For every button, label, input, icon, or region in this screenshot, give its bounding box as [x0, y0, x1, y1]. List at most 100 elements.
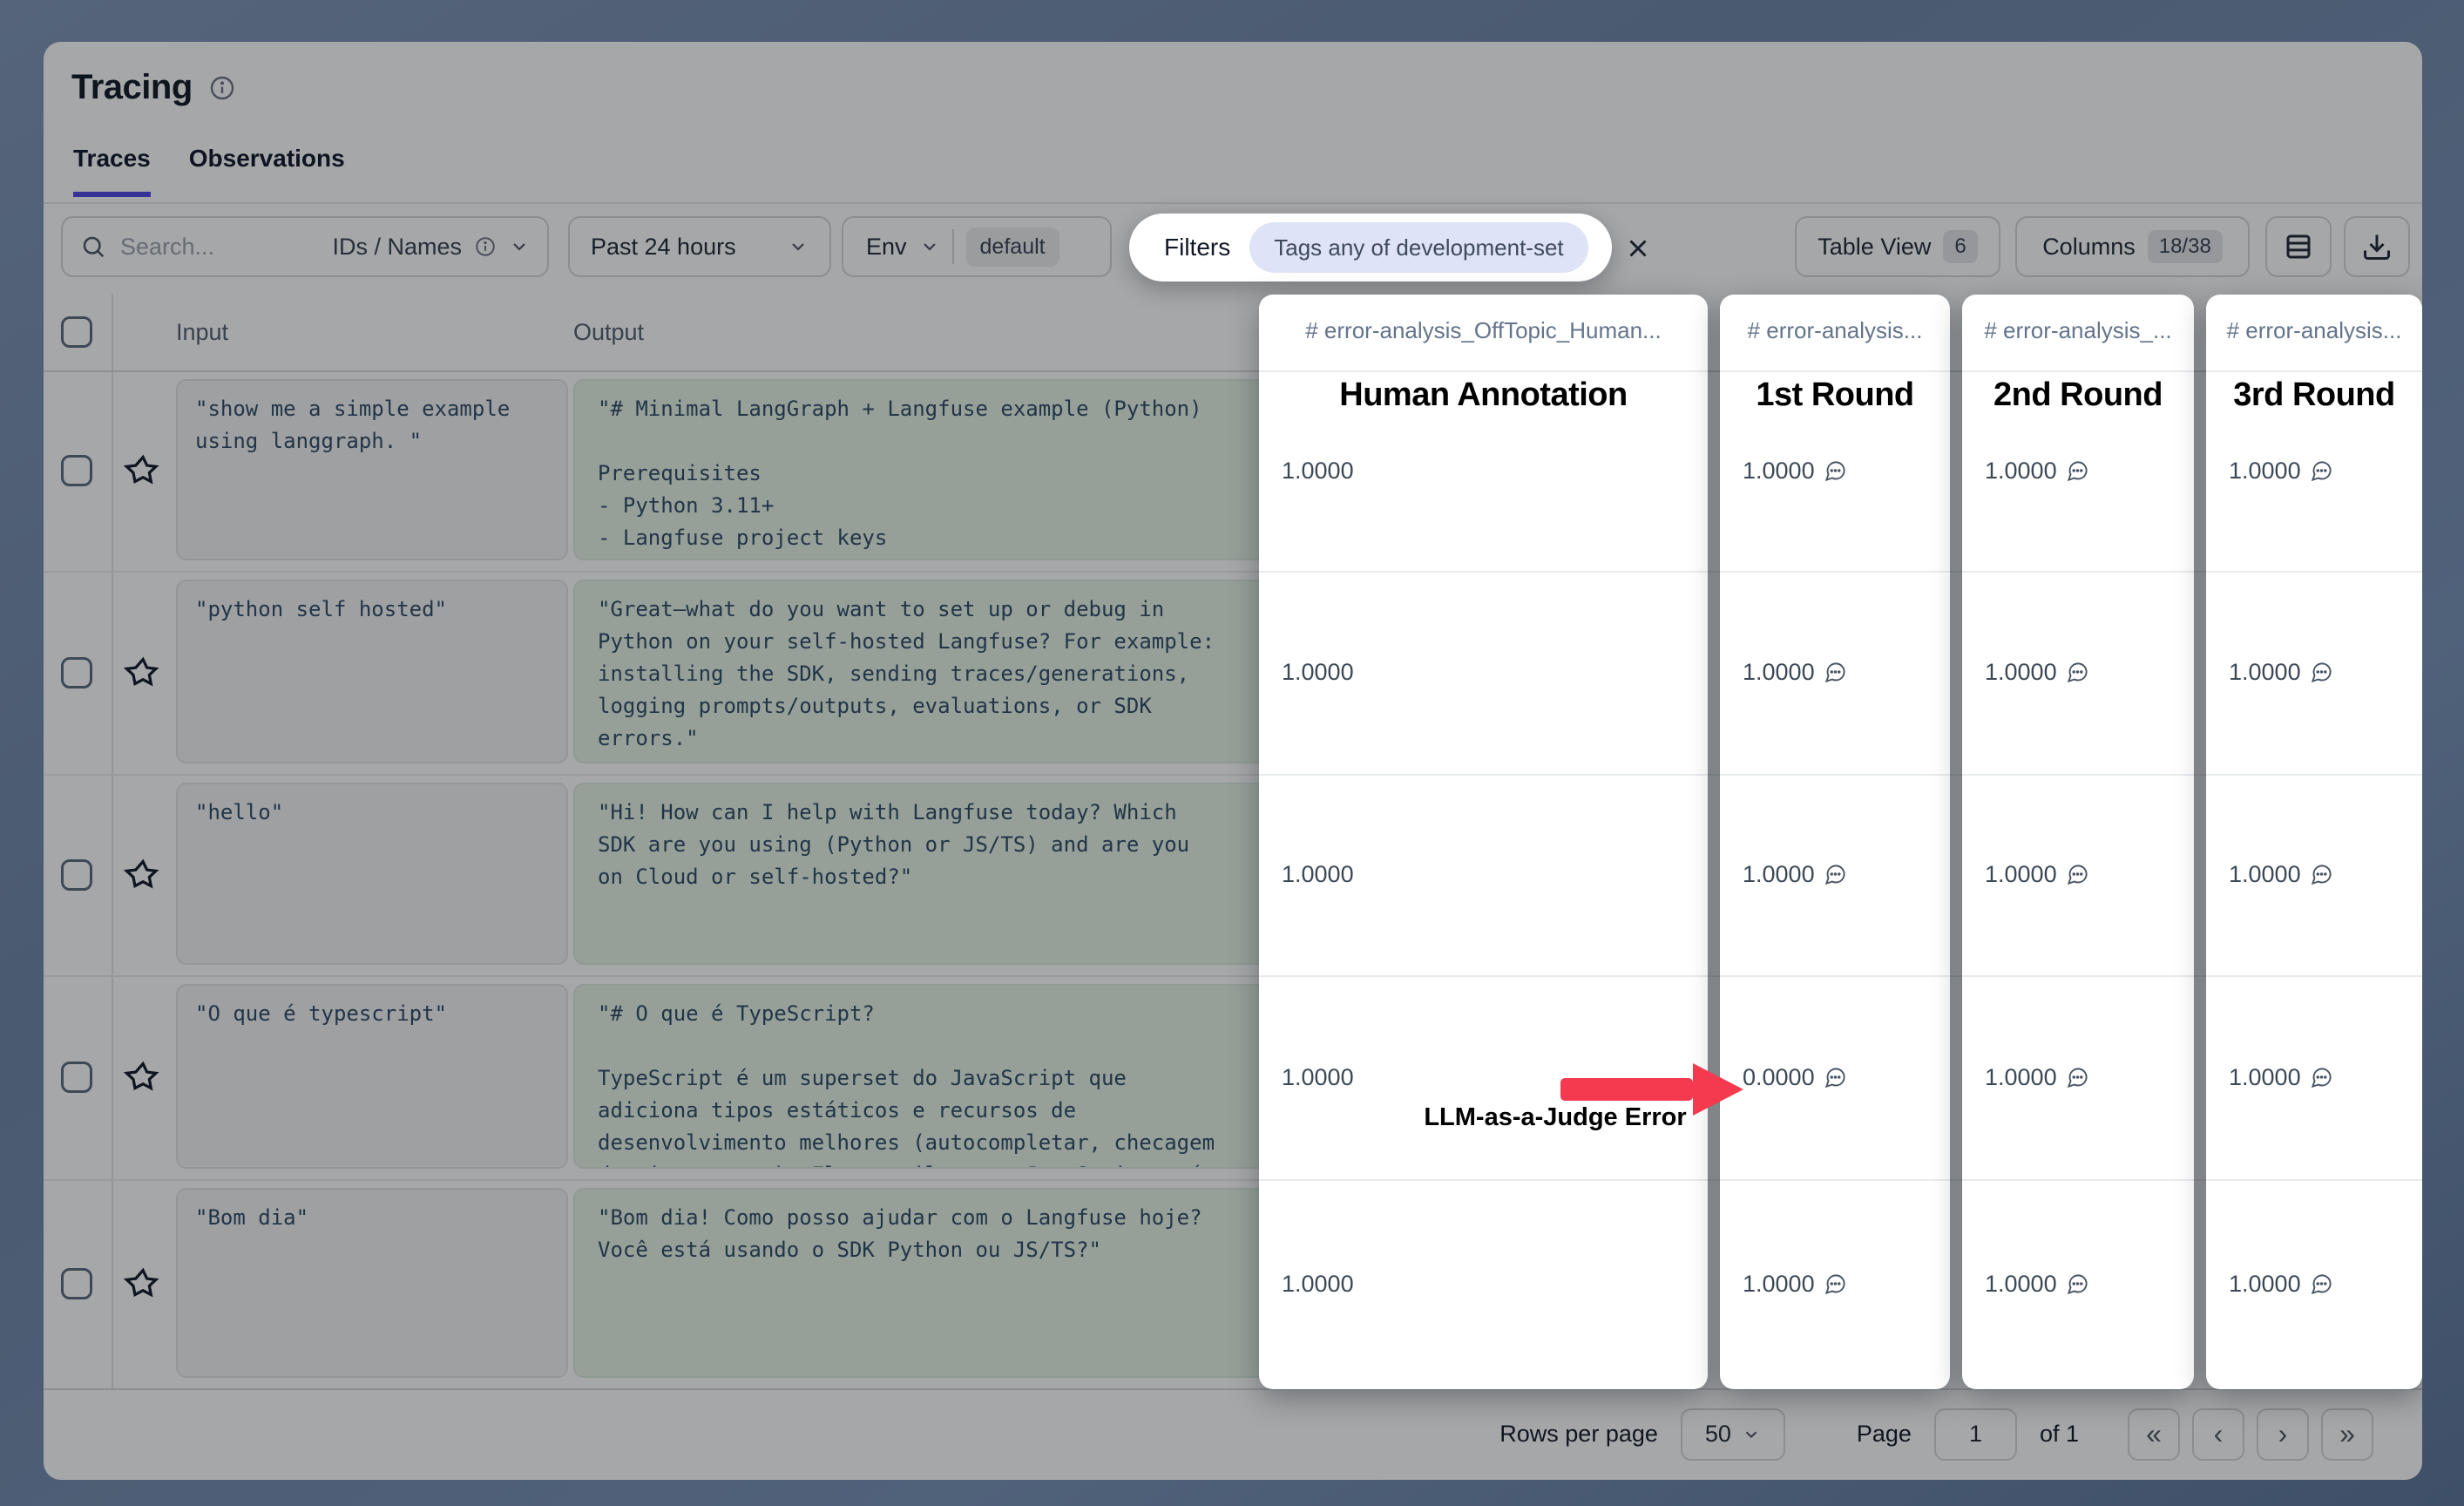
filters-button[interactable]: Filters Tags any of development-set	[1129, 214, 1612, 282]
row-checkbox[interactable]	[61, 1062, 92, 1093]
card-divider	[1720, 571, 1950, 573]
score-column-header[interactable]: # error-analysis_OffTopic_Human...	[1259, 317, 1708, 344]
table-rows-icon	[2283, 231, 2314, 262]
chevron-down-icon[interactable]	[509, 236, 530, 257]
score-value: 1.0000	[1743, 857, 1847, 892]
score-value: 1.0000	[2229, 453, 2333, 488]
filter-tag[interactable]: Tags any of development-set	[1249, 222, 1587, 273]
row-checkbox[interactable]	[61, 455, 92, 486]
search-mode-label[interactable]: IDs / Names	[332, 234, 462, 261]
score-value: 1.0000	[1282, 857, 1354, 892]
prev-page-button[interactable]: ‹	[2192, 1408, 2244, 1461]
comment-icon[interactable]	[1824, 1066, 1847, 1089]
time-range-dropdown[interactable]: Past 24 hours	[568, 216, 831, 277]
card-divider	[1720, 1179, 1950, 1181]
columns-button[interactable]: Columns 18/38	[2015, 216, 2250, 277]
export-button[interactable]	[2344, 216, 2410, 277]
star-icon[interactable]	[124, 655, 160, 691]
info-icon[interactable]	[208, 74, 236, 102]
comment-icon[interactable]	[2066, 661, 2089, 684]
score-column-header[interactable]: # error-analysis_...	[1962, 317, 2194, 344]
page-number-input[interactable]	[1934, 1408, 2017, 1461]
card-divider	[2206, 1179, 2422, 1181]
search-box[interactable]: IDs / Names	[61, 216, 549, 277]
select-all-checkbox[interactable]	[61, 316, 92, 348]
score-value: 1.0000	[2229, 1266, 2333, 1301]
comment-icon[interactable]	[2310, 863, 2333, 886]
last-page-button[interactable]: »	[2321, 1408, 2373, 1461]
score-column-header[interactable]: # error-analysis...	[2206, 317, 2422, 344]
row-checkbox[interactable]	[61, 1268, 92, 1299]
star-icon[interactable]	[124, 1265, 160, 1302]
card-divider	[1962, 975, 2194, 977]
score-value-error: 0.0000	[1743, 1060, 1847, 1095]
rows-per-page-select[interactable]: 50	[1681, 1408, 1785, 1461]
search-input[interactable]	[118, 233, 279, 261]
error-annotation-label: LLM-as-a-Judge Error	[1372, 1103, 1738, 1132]
score-column-header[interactable]: # error-analysis...	[1720, 317, 1950, 344]
score-value: 1.0000	[2229, 655, 2333, 689]
table-view-button[interactable]: Table View 6	[1795, 216, 2000, 277]
score-column-human-annotation: # error-analysis_OffTopic_Human... Human…	[1259, 295, 1708, 1389]
card-divider	[1962, 774, 2194, 776]
divider	[952, 229, 954, 264]
column-header-input[interactable]: Input	[176, 319, 228, 346]
comment-icon[interactable]	[1824, 661, 1847, 684]
next-page-button[interactable]: ›	[2257, 1408, 2309, 1461]
row-height-button[interactable]	[2265, 216, 2332, 277]
comment-icon[interactable]	[2066, 459, 2089, 483]
output-cell[interactable]: "Bom dia! Como posso ajudar com o Langfu…	[573, 1188, 1281, 1378]
comment-icon[interactable]	[2310, 661, 2333, 684]
input-cell[interactable]: "Bom dia"	[176, 1188, 568, 1378]
time-range-label: Past 24 hours	[591, 234, 736, 261]
tab-observations[interactable]: Observations	[189, 145, 345, 197]
page-label: Page	[1857, 1421, 1912, 1448]
score-value: 1.0000	[1282, 655, 1354, 689]
output-cell[interactable]: "Great—what do you want to set up or deb…	[573, 580, 1281, 763]
score-value: 1.0000	[1282, 453, 1354, 488]
star-icon[interactable]	[124, 857, 160, 893]
comment-icon[interactable]	[2066, 1272, 2089, 1296]
card-divider	[2206, 370, 2422, 372]
tab-traces[interactable]: Traces	[73, 145, 151, 197]
download-icon	[2361, 231, 2393, 262]
card-divider	[1962, 571, 2194, 573]
score-value: 1.0000	[2229, 1060, 2333, 1095]
input-cell[interactable]: "O que é typescript"	[176, 984, 568, 1169]
first-page-button[interactable]: «	[2128, 1408, 2180, 1461]
score-value: 1.0000	[2229, 857, 2333, 892]
comment-icon[interactable]	[2310, 1272, 2333, 1296]
card-divider	[1720, 370, 1950, 372]
score-column-2nd-round: # error-analysis_... 2nd Round 1.0000 1.…	[1962, 295, 2194, 1389]
comment-icon[interactable]	[1824, 1272, 1847, 1296]
input-cell[interactable]: "python self hosted"	[176, 580, 568, 763]
env-dropdown[interactable]: Env default	[842, 216, 1112, 277]
row-checkbox[interactable]	[61, 859, 92, 891]
column-header-output[interactable]: Output	[573, 319, 644, 346]
score-value: 1.0000	[1985, 857, 2089, 892]
comment-icon[interactable]	[1824, 863, 1847, 886]
score-column-1st-round: # error-analysis... 1st Round 1.0000 1.0…	[1720, 295, 1950, 1389]
score-value: 1.0000	[1985, 1060, 2089, 1095]
input-cell[interactable]: "hello"	[176, 783, 568, 965]
clear-filters-button[interactable]	[1608, 227, 1669, 270]
info-icon	[474, 235, 497, 258]
page-header: Tracing	[71, 68, 236, 107]
comment-icon[interactable]	[2066, 1066, 2089, 1089]
output-cell[interactable]: "# O que é TypeScript? TypeScript é um s…	[573, 984, 1281, 1169]
output-cell[interactable]: "Hi! How can I help with Langfuse today?…	[573, 783, 1281, 965]
star-icon[interactable]	[124, 452, 160, 489]
filters-label: Filters	[1164, 234, 1230, 261]
comment-icon[interactable]	[2310, 459, 2333, 483]
output-cell[interactable]: "# Minimal LangGraph + Langfuse example …	[573, 379, 1281, 560]
comment-icon[interactable]	[2066, 863, 2089, 886]
comment-icon[interactable]	[2310, 1066, 2333, 1089]
input-cell[interactable]: "show me a simple example using langgrap…	[176, 379, 568, 560]
card-divider	[1259, 975, 1708, 977]
comment-icon[interactable]	[1824, 459, 1847, 483]
star-icon[interactable]	[124, 1059, 160, 1096]
card-divider	[2206, 571, 2422, 573]
score-column-3rd-round: # error-analysis... 3rd Round 1.0000 1.0…	[2206, 295, 2422, 1389]
annotation-label: Human Annotation	[1259, 376, 1708, 414]
row-checkbox[interactable]	[61, 657, 92, 689]
